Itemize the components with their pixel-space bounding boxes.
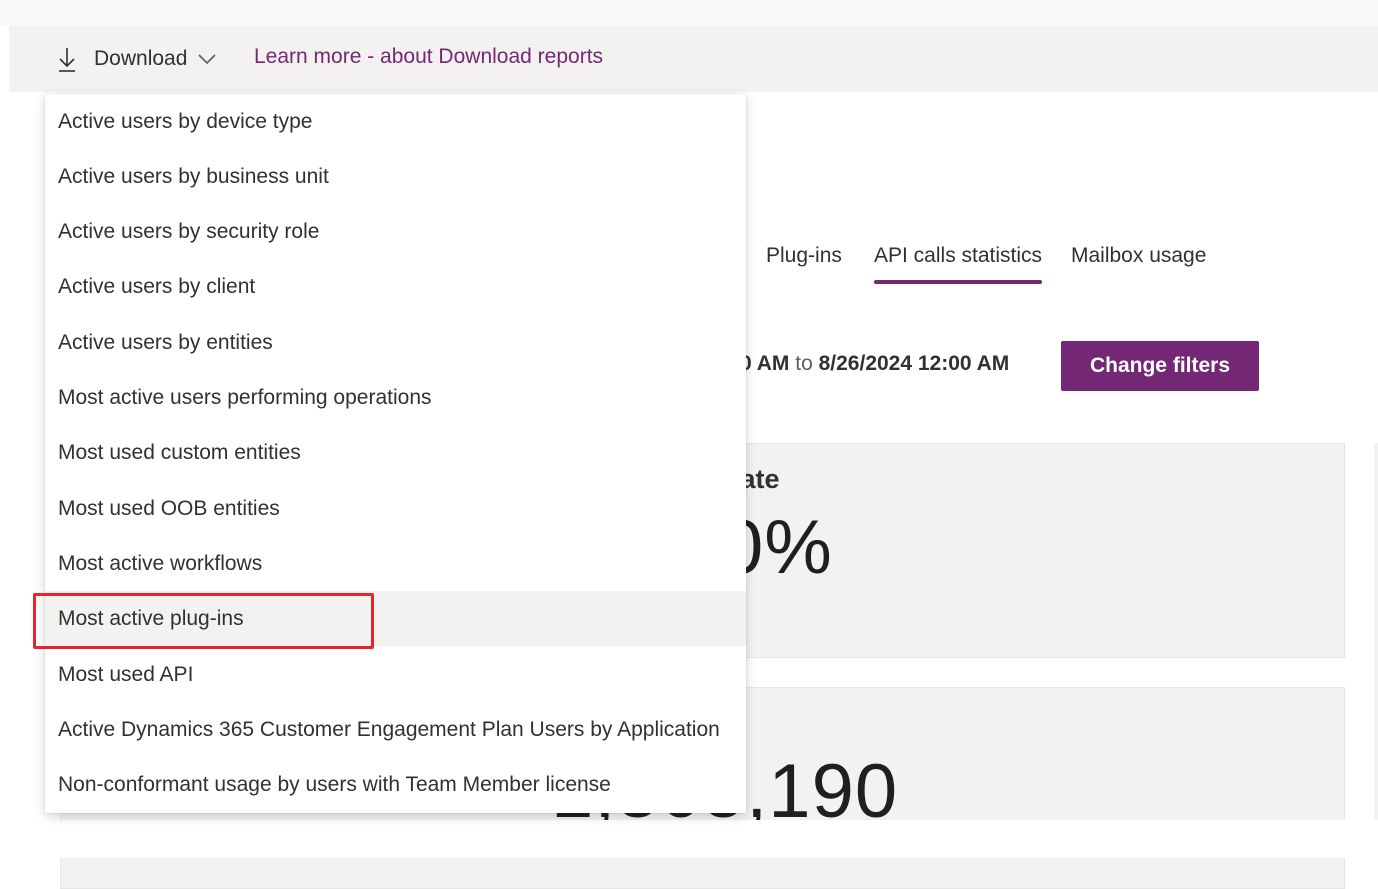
menu-item[interactable]: Most used OOB entities — [45, 481, 746, 536]
menu-item[interactable]: Active Dynamics 365 Customer Engagement … — [45, 702, 746, 757]
menu-item[interactable]: Most active users performing operations — [45, 370, 746, 425]
download-button[interactable]: Download — [54, 41, 217, 77]
date-range: 0 AM to 8/26/2024 12:00 AM — [740, 352, 1009, 376]
date-range-to: to — [795, 352, 813, 375]
date-range-end: 8/26/2024 12:00 AM — [818, 352, 1010, 375]
top-strip — [0, 0, 1378, 26]
menu-item[interactable]: Most used custom entities — [45, 425, 746, 480]
highlight-annotation-box — [33, 593, 374, 649]
change-filters-button[interactable]: Change filters — [1061, 341, 1259, 391]
menu-item[interactable]: Non-conformant usage by users with Team … — [45, 757, 746, 812]
tab-mailbox-usage[interactable]: Mailbox usage — [1071, 244, 1206, 286]
menu-item[interactable]: Active users by device type — [45, 94, 746, 149]
download-icon — [54, 44, 80, 74]
tab-api-calls-statistics[interactable]: API calls statistics — [874, 244, 1043, 286]
learn-more-link[interactable]: Learn more - about Download reports — [254, 45, 603, 69]
download-dropdown-menu: Active users by device type Active users… — [45, 94, 746, 813]
download-label: Download — [94, 47, 188, 70]
right-card-edge — [1374, 443, 1378, 858]
menu-item[interactable]: Active users by security role — [45, 204, 746, 259]
tab-plug-ins[interactable]: Plug-ins — [766, 244, 842, 286]
menu-item[interactable]: Active users by client — [45, 259, 746, 314]
menu-item[interactable]: Active users by entities — [45, 315, 746, 370]
date-range-start: 0 AM — [740, 352, 790, 375]
menu-item[interactable]: Most active workflows — [45, 536, 746, 591]
chevron-down-icon — [197, 53, 217, 65]
bottom-margin — [0, 820, 1378, 858]
menu-item[interactable]: Active users by business unit — [45, 149, 746, 204]
menu-item[interactable]: Most used API — [45, 647, 746, 702]
